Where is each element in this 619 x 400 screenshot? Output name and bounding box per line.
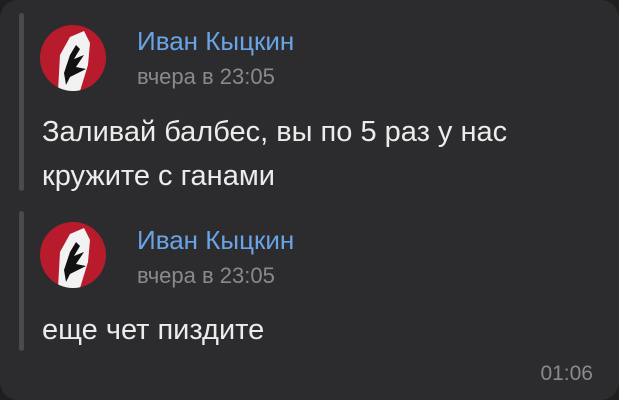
message-text: Заливай балбес, вы по 5 раз у нас кружит… (42, 110, 602, 198)
message-time: 01:06 (540, 362, 593, 385)
message-text-line: еще чет пиздите (42, 314, 265, 346)
avatar-image-icon (40, 222, 106, 288)
forward-timestamp: вчера в 23:05 (137, 263, 275, 288)
avatar-image-icon (40, 25, 106, 91)
forward-quote-bar (19, 211, 24, 351)
forward-timestamp: вчера в 23:05 (137, 64, 275, 89)
author-avatar[interactable] (40, 222, 106, 288)
message-text-line: Заливай балбес, вы по 5 раз у нас (42, 116, 508, 148)
message-text-line: кружите с ганами (42, 160, 275, 192)
forward-quote-bar (19, 13, 24, 191)
message-text: еще чет пиздите (42, 308, 602, 352)
author-name[interactable]: Иван Кыцкин (137, 26, 294, 57)
message-bubble[interactable]: Иван Кыцкин вчера в 23:05 Заливай балбес… (0, 0, 619, 400)
author-avatar[interactable] (40, 25, 106, 91)
author-name[interactable]: Иван Кыцкин (137, 225, 294, 256)
